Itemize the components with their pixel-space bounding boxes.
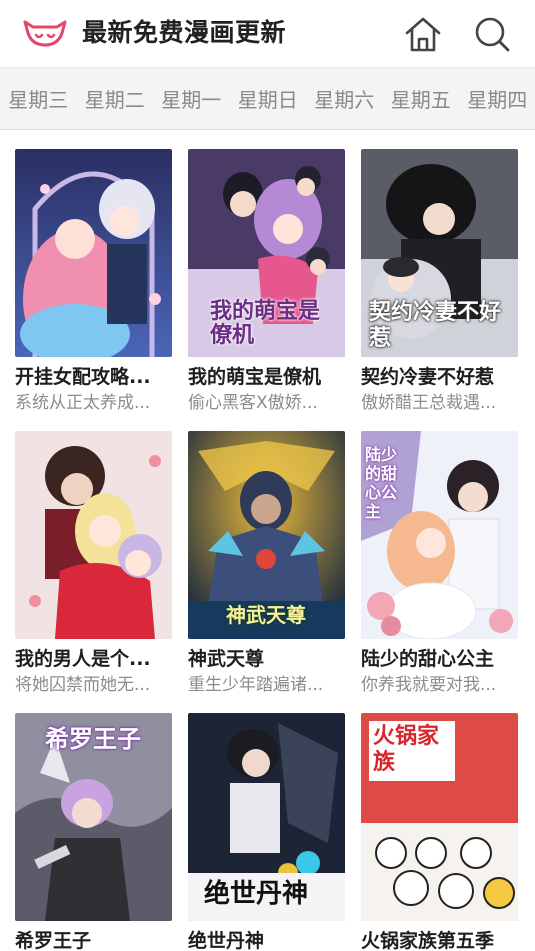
comic-grid: 开挂女配攻略... 系统从正太养成... 我的萌宝是僚机 我的萌宝是僚机 偷心黑… [0,130,535,951]
comic-title: 我的男人是个... [15,648,151,670]
comic-cover-image: 契约冷妻不好惹 [361,149,518,357]
comic-card[interactable]: 契约冷妻不好惹 契约冷妻不好惹 傲娇醋王总裁遇... [361,149,518,414]
comic-cover-image: 火锅家族 [361,713,518,921]
comic-title: 神武天尊 [188,648,265,670]
comic-cover-logo: 绝世丹神 [204,879,309,909]
tab-monday[interactable]: 星期一 [153,84,230,113]
tab-thursday[interactable]: 星期四 [459,84,535,113]
comic-cover-logo: 火锅家族 [373,723,440,775]
tab-sunday[interactable]: 星期日 [230,84,307,113]
comic-description: 将她囚禁而她无... [15,675,151,695]
comic-card[interactable]: 我的男人是个... 将她囚禁而她无... [15,431,172,696]
comic-title: 绝世丹神 [188,930,265,951]
tab-tuesday[interactable]: 星期二 [77,84,154,113]
comic-card[interactable]: 我的萌宝是僚机 我的萌宝是僚机 偷心黑客X傲娇... [188,149,345,414]
comic-cover-logo: 陆少的甜心公主 [365,445,398,521]
comic-card[interactable]: 神武天尊 神武天尊 重生少年踏遍诸... [188,431,345,696]
comic-title: 火锅家族第五季 [361,930,495,951]
comic-description: 重生少年踏遍诸... [188,675,324,695]
weekday-tab-bar: 星期三 星期二 星期一 星期日 星期六 星期五 星期四 [0,68,535,130]
comic-cover-logo: 契约冷妻不好惹 [369,299,502,351]
comic-cover-logo: 我的萌宝是僚机 [210,298,321,348]
comic-cover-image: 陆少的甜心公主 [361,431,518,639]
comic-cover-logo: 神武天尊 [226,603,306,627]
top-app-bar: 最新免费漫画更新 [0,0,535,68]
comic-description: 偷心黑客X傲娇... [188,393,318,413]
comic-card[interactable]: 希罗王子 希罗王子 [15,713,172,951]
comic-card[interactable]: 火锅家族 火锅家族第五季 [361,713,518,951]
page-title: 最新免费漫画更新 [82,18,287,47]
comic-title: 我的萌宝是僚机 [188,366,322,388]
cat-face-logo-icon[interactable] [22,18,68,48]
comic-title: 契约冷妻不好惹 [361,366,495,388]
comic-card[interactable]: 陆少的甜心公主 陆少的甜心公主 你养我就要对我... [361,431,518,696]
comic-title: 希罗王子 [15,930,92,951]
comic-cover-image: 希罗王子 [15,713,172,921]
comic-cover-image: 绝世丹神 [188,713,345,921]
comic-description: 你养我就要对我... [361,675,497,695]
comic-card[interactable]: 绝世丹神 绝世丹神 [188,713,345,951]
tab-friday[interactable]: 星期五 [383,84,460,113]
comic-title: 开挂女配攻略... [15,366,151,388]
tab-wednesday[interactable]: 星期三 [0,84,77,113]
comic-cover-image: 神武天尊 [188,431,345,639]
comic-cover-image [15,149,172,357]
comic-card[interactable]: 开挂女配攻略... 系统从正太养成... [15,149,172,414]
comic-title: 陆少的甜心公主 [361,648,495,670]
comic-cover-logo: 希罗王子 [45,724,141,753]
comic-description: 系统从正太养成... [15,393,151,413]
comic-description: 傲娇醋王总裁遇... [361,393,497,413]
tab-saturday[interactable]: 星期六 [306,84,383,113]
comic-cover-image [15,431,172,639]
comic-cover-image: 我的萌宝是僚机 [188,149,345,357]
home-icon[interactable] [403,14,443,54]
search-icon[interactable] [472,14,512,54]
